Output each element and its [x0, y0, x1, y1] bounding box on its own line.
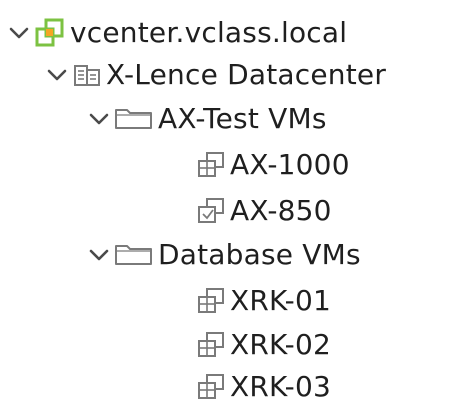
tree-node-vm-ax-1000[interactable]: AX-1000 [196, 142, 350, 188]
vcenter-icon [34, 17, 66, 49]
vm-icon [196, 330, 226, 360]
tree-node-label: XRK-01 [230, 284, 331, 317]
tree-node-folder-ax-test-vms[interactable]: AX-Test VMs [88, 96, 327, 142]
tree-node-datacenter[interactable]: X-Lence Datacenter [46, 52, 386, 98]
chevron-down-icon[interactable] [88, 244, 110, 266]
chevron-down-icon[interactable] [8, 22, 30, 44]
tree-node-label: vcenter.vclass.local [70, 16, 348, 49]
tree-node-label: X-Lence Datacenter [106, 58, 387, 91]
folder-icon [114, 107, 154, 131]
tree-node-vm-ax-850[interactable]: AX-850 [196, 188, 332, 234]
tree-node-vm-xrk-02[interactable]: XRK-02 [196, 322, 331, 368]
folder-icon [114, 243, 154, 267]
vm-icon [196, 372, 226, 402]
tree-node-label: AX-850 [230, 194, 332, 227]
datacenter-icon [72, 61, 102, 89]
chevron-down-icon[interactable] [88, 108, 110, 130]
vm-template-icon [196, 196, 226, 226]
inventory-tree: vcenter.vclass.local X-Lence Datacenter [0, 0, 455, 409]
tree-node-label: Database VMs [158, 238, 361, 271]
tree-node-label: AX-Test VMs [158, 102, 327, 135]
vm-icon [196, 286, 226, 316]
tree-node-vm-xrk-01[interactable]: XRK-01 [196, 278, 331, 324]
tree-node-label: XRK-03 [230, 370, 331, 403]
tree-node-folder-database-vms[interactable]: Database VMs [88, 232, 361, 278]
tree-node-vcenter[interactable]: vcenter.vclass.local [8, 10, 347, 56]
chevron-down-icon[interactable] [46, 64, 68, 86]
vm-icon [196, 150, 226, 180]
tree-node-label: AX-1000 [230, 148, 350, 181]
tree-node-label: XRK-02 [230, 328, 331, 361]
tree-node-vm-xrk-03[interactable]: XRK-03 [196, 364, 331, 409]
